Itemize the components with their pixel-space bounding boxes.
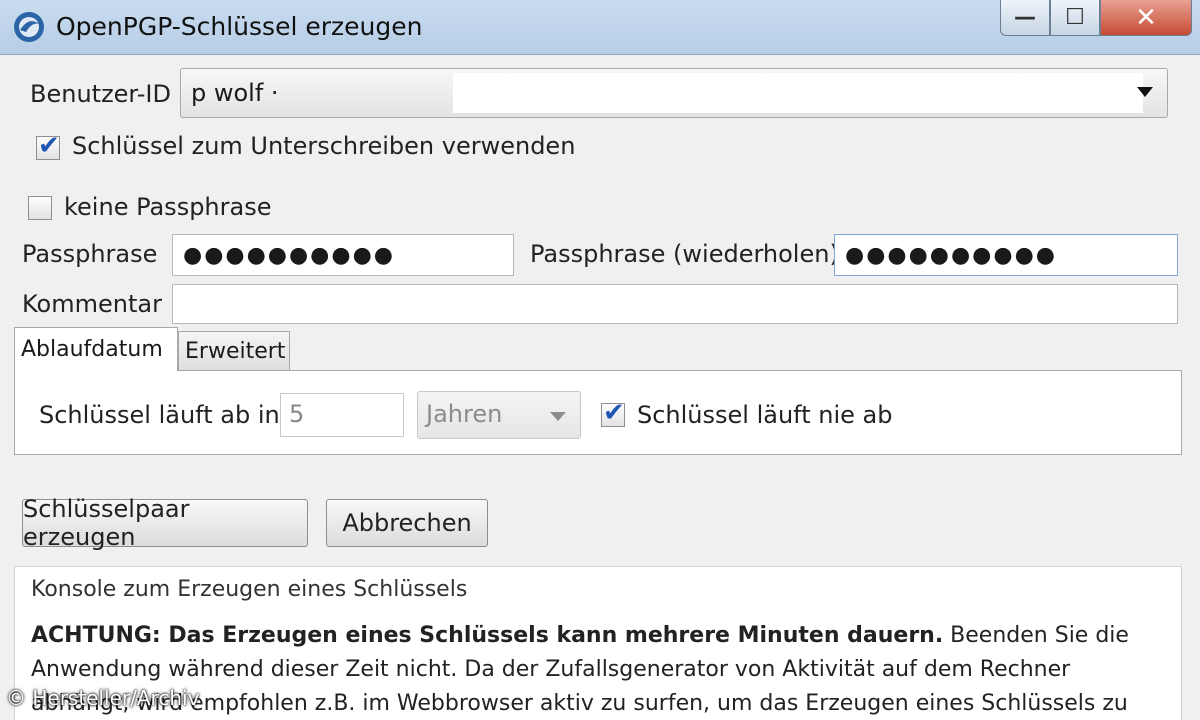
- title-bar[interactable]: OpenPGP-Schlüssel erzeugen — ☐ ✕: [0, 0, 1200, 55]
- console-header: Konsole zum Erzeugen eines Schlüssels: [31, 577, 468, 602]
- no-passphrase-label: keine Passphrase: [64, 193, 272, 221]
- passphrase-value: ●●●●●●●●●●: [183, 242, 395, 268]
- tab-ablaufdatum[interactable]: Ablaufdatum: [14, 327, 178, 371]
- passphrase-input[interactable]: ●●●●●●●●●●: [172, 234, 514, 276]
- chevron-down-icon: [1137, 87, 1153, 97]
- passphrase-repeat-label: Passphrase (wiederholen): [530, 240, 839, 268]
- generate-keypair-button[interactable]: Schlüsselpaar erzeugen: [22, 495, 308, 551]
- use-for-signing-checkbox[interactable]: [36, 131, 60, 161]
- expiry-unit-select[interactable]: Jahren: [417, 391, 581, 439]
- passphrase-repeat-value: ●●●●●●●●●●: [845, 242, 1057, 268]
- console-warning-bold: ACHTUNG: Das Erzeugen eines Schlüssels k…: [31, 623, 944, 648]
- minimize-button[interactable]: —: [1000, 0, 1050, 36]
- comment-label: Kommentar: [22, 290, 162, 318]
- minimize-icon: —: [1014, 5, 1036, 30]
- maximize-button[interactable]: ☐: [1050, 0, 1100, 36]
- never-expires-checkbox[interactable]: [601, 398, 625, 428]
- tab-label: Erweitert: [185, 339, 286, 364]
- no-passphrase-checkbox[interactable]: [28, 196, 52, 220]
- window-controls: — ☐ ✕: [1000, 0, 1192, 38]
- window-title: OpenPGP-Schlüssel erzeugen: [56, 12, 423, 41]
- chevron-down-icon: [550, 412, 566, 421]
- dialog-window: OpenPGP-Schlüssel erzeugen — ☐ ✕ Benutze…: [0, 0, 1200, 720]
- passphrase-label: Passphrase: [22, 240, 158, 268]
- use-for-signing-label: Schlüssel zum Unterschreiben verwenden: [72, 132, 576, 160]
- close-icon: ✕: [1135, 2, 1157, 33]
- maximize-icon: ☐: [1065, 5, 1085, 30]
- close-button[interactable]: ✕: [1100, 0, 1192, 36]
- user-id-label: Benutzer-ID: [30, 80, 171, 108]
- expiry-unit-value: Jahren: [426, 400, 503, 428]
- cancel-button-label: Abbrechen: [342, 509, 472, 537]
- expiry-amount-value: 5: [289, 400, 305, 428]
- cancel-button[interactable]: Abbrechen: [326, 499, 488, 547]
- redacted-area: [453, 73, 1143, 113]
- expires-in-label: Schlüssel läuft ab in: [39, 401, 280, 429]
- expiry-tab-panel: Schlüssel läuft ab in 5 Jahren Schlüssel…: [14, 370, 1182, 455]
- never-expires-label: Schlüssel läuft nie ab: [637, 401, 893, 429]
- tab-label: Ablaufdatum: [21, 337, 163, 362]
- comment-input[interactable]: [172, 284, 1178, 324]
- user-id-dropdown[interactable]: p wolf ·: [180, 68, 1168, 118]
- thunderbird-app-icon: [14, 12, 44, 42]
- console-text: ACHTUNG: Das Erzeugen eines Schlüssels k…: [31, 619, 1171, 720]
- expiry-amount-input[interactable]: 5: [280, 393, 404, 437]
- user-id-value: p wolf ·: [191, 79, 279, 107]
- passphrase-repeat-input[interactable]: ●●●●●●●●●●: [834, 234, 1178, 276]
- generate-button-label: Schlüsselpaar erzeugen: [23, 495, 190, 551]
- copyright-watermark: © Hersteller/Archiv: [6, 686, 200, 710]
- tab-erweitert[interactable]: Erweitert: [178, 331, 290, 371]
